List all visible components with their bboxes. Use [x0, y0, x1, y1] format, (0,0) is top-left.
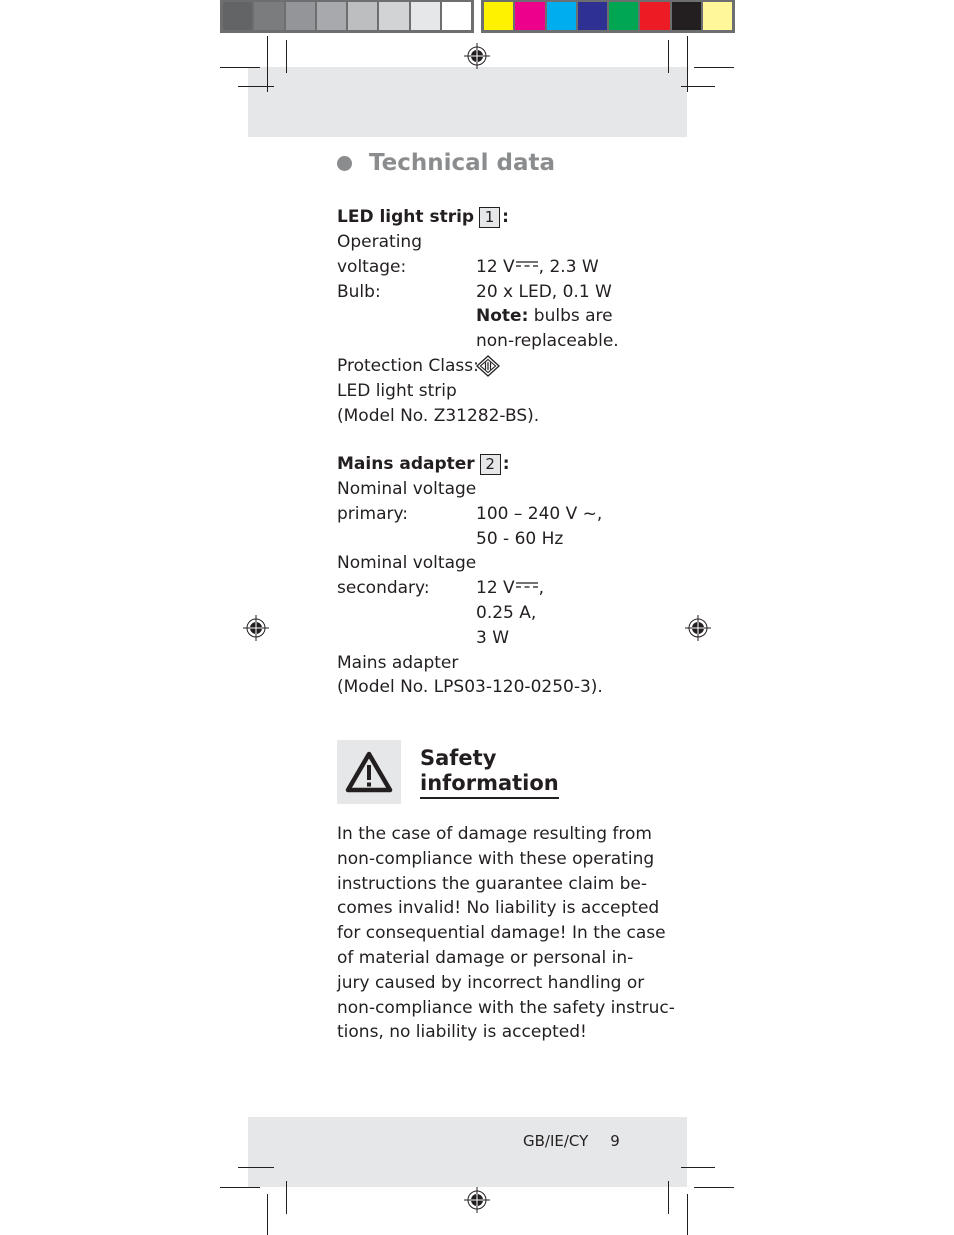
- spec-row: Nominal voltage: [337, 479, 477, 499]
- note-label: Note:: [476, 306, 529, 327]
- crop-mark: [694, 1187, 734, 1188]
- spec-row: LED light strip: [337, 380, 457, 401]
- safety-paragraph: In the case of damage resulting from non-…: [337, 822, 675, 1045]
- part-number-badge: 2: [479, 454, 501, 475]
- warning-triangle-icon: [345, 751, 393, 793]
- spec-row: 3 W: [476, 627, 510, 648]
- page-number: 9: [610, 1132, 620, 1150]
- crop-mark: [687, 1194, 688, 1235]
- paragraph-line: In the case of damage resulting from: [337, 824, 652, 844]
- spec-row: (Model No. Z31282-BS).: [337, 405, 540, 426]
- spec-row: Bulb: 20 x LED, 0.1 W: [337, 281, 612, 302]
- color-swatch: [515, 2, 545, 30]
- paragraph-line: for consequential damage! In the case: [337, 923, 666, 944]
- paragraph-line: of material damage or personal in-: [337, 947, 634, 968]
- crop-mark: [267, 36, 268, 92]
- gray-swatch: [254, 2, 284, 30]
- paragraph-line: tions, no liability is accepted!: [337, 1022, 587, 1043]
- crop-mark: [267, 1194, 268, 1235]
- section-title: Technical data: [369, 150, 556, 176]
- spec-row: Mains adapter: [337, 652, 459, 673]
- paragraph-line: non-compliance with these operating: [337, 848, 655, 869]
- direct-current-icon: [515, 261, 538, 267]
- registration-mark-icon: [464, 1187, 490, 1213]
- paragraph-line: non-compliance with the safety instruc-: [337, 997, 675, 1018]
- spec-row: 0.25 A,: [476, 602, 537, 623]
- color-swatch: [484, 2, 514, 30]
- crop-mark: [286, 1181, 287, 1214]
- mains-adapter-section: Mains adapter 2 : Nominal voltage primar…: [337, 452, 637, 700]
- gray-swatch: [379, 2, 409, 30]
- bullet-icon: [337, 155, 352, 171]
- crop-mark: [238, 1167, 274, 1168]
- gray-swatch: [441, 2, 471, 30]
- registration-mark-icon: [243, 615, 269, 641]
- footer-band: [248, 1117, 687, 1187]
- gray-swatch: [410, 2, 440, 30]
- paragraph-line: comes invalid! No liability is accepted: [337, 898, 660, 919]
- crop-mark: [687, 36, 688, 92]
- crop-mark: [238, 86, 274, 87]
- gray-swatch: [316, 2, 346, 30]
- crop-mark: [220, 1187, 260, 1188]
- spec-row: primary: 100 – 240 V ~,: [337, 503, 603, 524]
- color-calibration-bar: [481, 0, 735, 33]
- protection-class-iii-icon: [476, 355, 500, 377]
- header-band: [248, 67, 687, 137]
- gray-swatch: [285, 2, 315, 30]
- crop-mark: [286, 40, 287, 73]
- spec-row: 50 - 60 Hz: [476, 528, 564, 549]
- mains-adapter-heading: Mains adapter 2 :: [337, 454, 510, 475]
- crop-mark: [681, 1167, 715, 1168]
- spec-row: Note: bulbs are: [476, 306, 613, 327]
- registration-mark-icon: [464, 43, 490, 69]
- led-strip-section: LED light strip 1 : Operating voltage: 1…: [337, 205, 637, 428]
- spec-row: Nominal voltage: [337, 553, 477, 574]
- crop-mark: [681, 86, 715, 87]
- spec-row: Protection Class:: [337, 354, 637, 379]
- spec-row: (Model No. LPS03-120-0250-3).: [337, 677, 603, 698]
- crop-mark: [668, 40, 669, 73]
- region-label: GB/IE/CY: [523, 1132, 589, 1150]
- crop-mark: [668, 1181, 669, 1214]
- color-swatch: [546, 2, 576, 30]
- gray-swatch: [223, 2, 253, 30]
- registration-mark-icon: [685, 615, 711, 641]
- spec-row: Operating: [337, 232, 422, 252]
- direct-current-icon: [515, 582, 538, 588]
- safety-heading: Safety information: [420, 746, 559, 799]
- warning-icon-box: [337, 740, 401, 804]
- part-number-badge: 1: [479, 207, 501, 228]
- led-strip-heading: LED light strip 1 :: [337, 207, 509, 228]
- technical-data-heading: Technical data: [337, 150, 555, 176]
- color-swatch: [640, 2, 670, 30]
- spec-row: non-replaceable.: [476, 331, 619, 352]
- crop-mark: [220, 67, 260, 68]
- gray-swatch: [348, 2, 378, 30]
- color-swatch: [609, 2, 639, 30]
- color-swatch: [671, 2, 701, 30]
- paragraph-line: jury caused by incorrect handling or: [337, 972, 645, 993]
- page-footer: GB/IE/CY 9: [523, 1132, 620, 1150]
- paragraph-line: instructions the guarantee claim be-: [337, 873, 647, 894]
- color-swatch: [577, 2, 607, 30]
- crop-mark: [694, 67, 734, 68]
- grayscale-calibration-bar: [220, 0, 474, 33]
- spec-row: secondary: 12 V,: [337, 578, 545, 599]
- spec-row: voltage: 12 V, 2.3 W: [337, 256, 599, 277]
- color-swatch: [702, 2, 732, 30]
